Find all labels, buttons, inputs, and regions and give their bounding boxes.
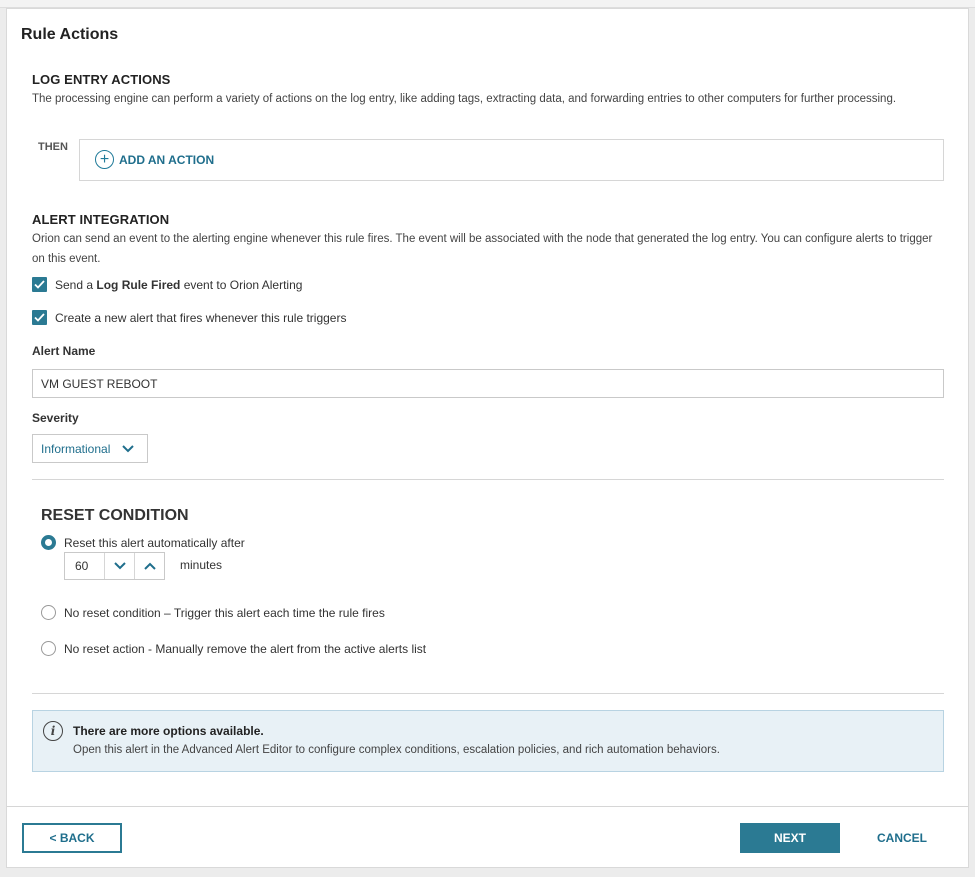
increment-button[interactable] xyxy=(134,553,164,579)
log-entry-actions-title: LOG ENTRY ACTIONS xyxy=(32,72,171,87)
decrement-button[interactable] xyxy=(105,553,135,579)
info-text: Open this alert in the Advanced Alert Ed… xyxy=(73,744,720,756)
create-alert-label: Create a new alert that fires whenever t… xyxy=(55,310,347,325)
cancel-button[interactable]: CANCEL xyxy=(862,823,942,853)
info-icon: i xyxy=(43,721,63,741)
back-button[interactable]: < BACK xyxy=(22,823,122,853)
plus-circle-icon: + xyxy=(95,150,114,169)
chevron-down-icon xyxy=(113,562,126,570)
chevron-up-icon xyxy=(143,562,156,570)
reset-condition-title: RESET CONDITION xyxy=(41,507,189,524)
create-alert-checkbox-row[interactable]: Create a new alert that fires whenever t… xyxy=(32,310,346,325)
chevron-down-icon xyxy=(122,444,135,452)
log-entry-actions-description: The processing engine can perform a vari… xyxy=(32,93,897,105)
section-divider xyxy=(32,693,944,694)
alert-name-input[interactable] xyxy=(32,369,944,398)
no-reset-action-label: No reset action - Manually remove the al… xyxy=(64,641,427,656)
no-reset-condition-label: No reset condition – Trigger this alert … xyxy=(64,605,385,620)
no-reset-condition-option[interactable]: No reset condition – Trigger this alert … xyxy=(41,605,385,620)
no-reset-action-radio[interactable] xyxy=(41,641,56,656)
alert-name-label: Alert Name xyxy=(32,344,96,358)
no-reset-condition-radio[interactable] xyxy=(41,605,56,620)
reset-auto-radio[interactable] xyxy=(41,535,56,550)
send-event-checkbox-row[interactable]: Send a Log Rule Fired event to Orion Ale… xyxy=(32,277,302,292)
no-reset-action-option[interactable]: No reset action - Manually remove the al… xyxy=(41,641,426,656)
alert-integration-description: Orion can send an event to the alerting … xyxy=(32,233,933,265)
page-title: Rule Actions xyxy=(21,26,119,43)
severity-label: Severity xyxy=(32,411,79,425)
footer-divider xyxy=(7,806,968,807)
checkmark-icon xyxy=(34,280,45,289)
send-event-label: Send a Log Rule Fired event to Orion Ale… xyxy=(55,277,303,292)
then-label: THEN xyxy=(38,141,68,153)
create-alert-checkbox[interactable] xyxy=(32,310,47,325)
info-title: There are more options available. xyxy=(73,724,264,738)
severity-select[interactable]: Informational xyxy=(32,434,148,463)
top-bar xyxy=(0,0,975,8)
minutes-label: minutes xyxy=(180,558,223,572)
add-action-label: ADD AN ACTION xyxy=(119,152,215,167)
minutes-stepper[interactable]: 60 xyxy=(64,552,165,580)
add-action-button[interactable]: + ADD AN ACTION xyxy=(95,150,214,169)
next-button[interactable]: NEXT xyxy=(740,823,840,853)
reset-auto-option[interactable]: Reset this alert automatically after xyxy=(41,535,245,550)
rule-actions-panel: Rule Actions LOG ENTRY ACTIONS The proce… xyxy=(6,8,969,868)
severity-value: Informational xyxy=(41,441,111,456)
alert-integration-title: ALERT INTEGRATION xyxy=(32,212,170,227)
more-options-info-box: i There are more options available. Open… xyxy=(32,710,944,772)
reset-auto-label: Reset this alert automatically after xyxy=(64,535,245,550)
minutes-value[interactable]: 60 xyxy=(65,553,105,579)
send-event-checkbox[interactable] xyxy=(32,277,47,292)
checkmark-icon xyxy=(34,313,45,322)
section-divider xyxy=(32,479,944,480)
